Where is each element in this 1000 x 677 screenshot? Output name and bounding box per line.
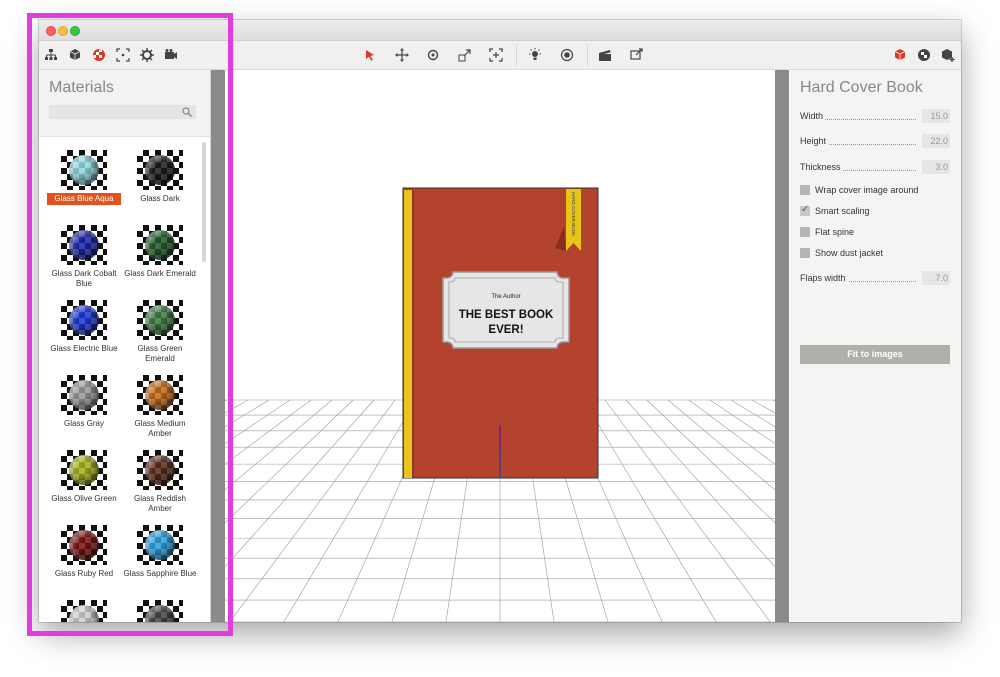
floor-grid-line	[225, 399, 354, 524]
inspector-title: Hard Cover Book	[800, 79, 923, 96]
flaps-width-property: Flaps width 7.0	[800, 271, 950, 285]
book-model[interactable]: HARD COVER BOOK The Author THE BEST BOOK…	[402, 187, 599, 479]
floor-grid-line	[283, 399, 417, 622]
floor-grid-line	[225, 399, 333, 491]
red-cube-icon[interactable]	[890, 45, 910, 65]
flat-checkbox-label: Flat spine	[815, 227, 855, 237]
thickness-property: Thickness 3.0	[800, 160, 950, 174]
height-property: Height 22.0	[800, 134, 950, 148]
floor-grid-line	[688, 399, 775, 465]
wrap-checkbox-box[interactable]	[800, 185, 810, 195]
floor-grid-line	[625, 399, 775, 568]
height-field[interactable]: 22.0	[922, 134, 950, 148]
inspector-panel: Hard Cover Book Width 15.0 Height 22.0 T…	[790, 70, 961, 622]
floor-grid-line	[583, 399, 717, 622]
light-icon[interactable]	[525, 45, 545, 65]
thickness-field[interactable]: 3.0	[922, 160, 950, 174]
ribbon-text: HARD COVER BOOK	[571, 192, 576, 236]
toolbar-separator	[587, 44, 588, 66]
toolbar-separator	[516, 44, 517, 66]
smart-checkbox-label: Smart scaling	[815, 206, 870, 216]
floor-grid-line	[751, 399, 775, 414]
scale-icon[interactable]	[455, 45, 475, 65]
fit-icon[interactable]	[486, 45, 506, 65]
thickness-label: Thickness	[800, 162, 843, 172]
floor-grid-line	[604, 399, 771, 622]
width-label: Width	[800, 111, 826, 121]
floor-grid-line	[667, 399, 775, 491]
dust-checkbox-label: Show dust jacket	[815, 248, 884, 258]
floor-grid-line	[646, 399, 775, 524]
rotate-icon[interactable]	[423, 45, 443, 65]
floor-grid-line	[730, 399, 775, 428]
height-label: Height	[800, 136, 829, 146]
fit-to-images-button[interactable]: Fit to images	[800, 345, 950, 364]
add-cube-icon[interactable]	[938, 45, 958, 65]
render-icon[interactable]	[627, 45, 647, 65]
smart-checkbox-box[interactable]	[800, 204, 810, 216]
book-title-line1: THE BEST BOOK	[459, 309, 554, 321]
flaps-label: Flaps width	[800, 273, 848, 283]
floor-grid-line	[709, 399, 775, 445]
viewport-scene: HARD COVER BOOK The Author THE BEST BOOK…	[225, 187, 775, 622]
flaps-field[interactable]: 7.0	[922, 271, 950, 285]
dust-checkbox-box[interactable]	[800, 248, 810, 258]
flat-checkbox-box[interactable]	[800, 227, 810, 237]
book-title-line2: EVER!	[488, 324, 523, 336]
book-author: The Author	[491, 294, 520, 300]
wrap-checkbox-label: Wrap cover image around	[815, 185, 919, 195]
width-property: Width 15.0	[800, 109, 950, 123]
move-icon[interactable]	[392, 45, 412, 65]
floor-grid-line	[225, 399, 291, 445]
clapboard-icon[interactable]	[595, 45, 615, 65]
highlight-box	[27, 13, 233, 636]
floor-grid-line	[225, 399, 375, 568]
material-cube-icon[interactable]	[914, 45, 934, 65]
environment-icon[interactable]	[557, 45, 577, 65]
floor-grid-line	[229, 399, 396, 622]
select-arrow-icon[interactable]	[360, 45, 380, 65]
floor-grid-line	[225, 399, 312, 465]
width-field[interactable]: 15.0	[922, 109, 950, 123]
3d-viewport[interactable]: HARD COVER BOOK The Author THE BEST BOOK…	[225, 70, 775, 622]
viewport-right-border	[775, 70, 789, 622]
